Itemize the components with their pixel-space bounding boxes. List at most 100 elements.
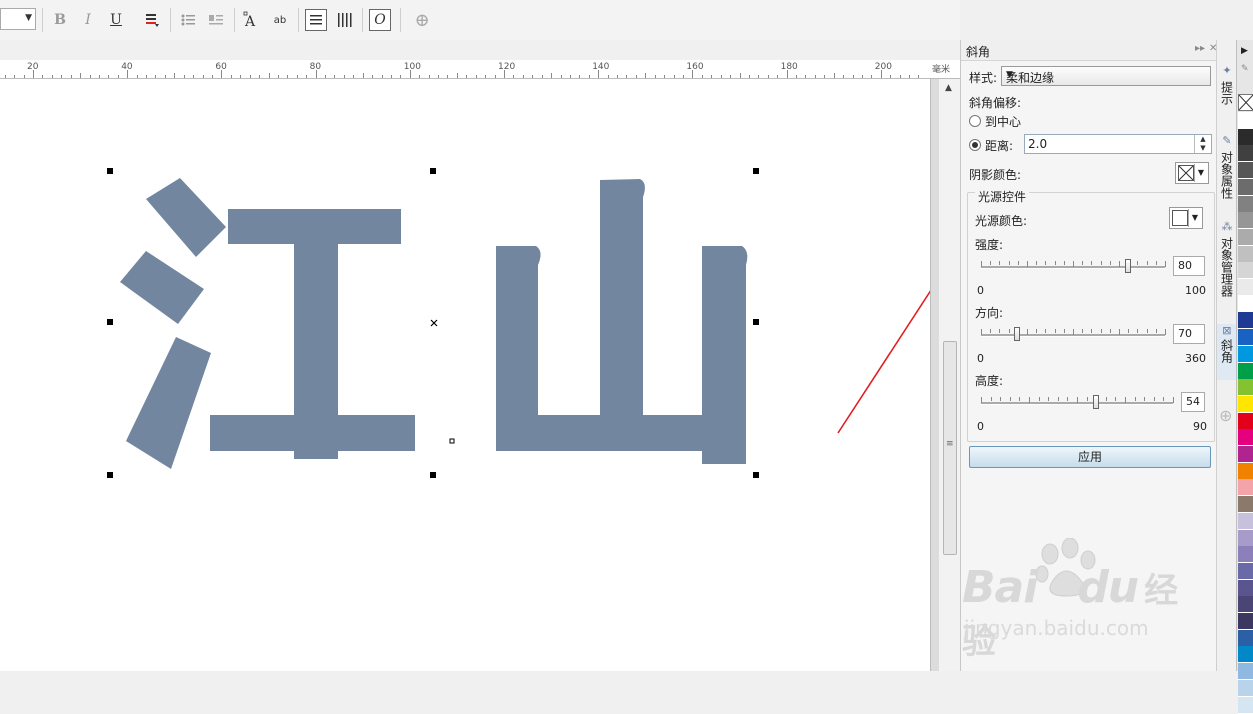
color-swatch[interactable] [1238, 512, 1253, 530]
color-swatch[interactable] [1238, 245, 1253, 263]
edit-text-button[interactable]: ab [268, 8, 292, 32]
color-swatch[interactable] [1238, 395, 1253, 413]
add-toolbar-button[interactable]: ⊕ [410, 8, 434, 32]
center-marker[interactable] [430, 319, 438, 327]
selection-handle-top-left[interactable] [107, 168, 113, 174]
color-swatch[interactable] [1238, 228, 1253, 246]
color-swatch[interactable] [1238, 162, 1253, 180]
ruler-tick [786, 70, 788, 78]
color-swatch[interactable] [1238, 329, 1253, 347]
font-size-combo[interactable]: ▼ [0, 8, 36, 30]
selection-handle-bottom-right[interactable] [753, 472, 759, 478]
color-swatch[interactable] [1238, 412, 1253, 430]
color-swatch[interactable] [1238, 562, 1253, 580]
ruler-tick [117, 75, 119, 78]
color-swatch[interactable] [1238, 613, 1253, 630]
direction-input[interactable]: 70 [1173, 324, 1205, 344]
intensity-slider-thumb[interactable] [1125, 259, 1132, 273]
bullet-list-button[interactable] [176, 8, 200, 32]
altitude-input[interactable]: 54 [1181, 392, 1205, 412]
direction-label: 方向: [975, 306, 1004, 320]
color-swatch[interactable] [1238, 279, 1253, 296]
color-swatch[interactable] [1238, 345, 1253, 363]
color-swatch[interactable] [1238, 646, 1253, 664]
shadow-color-picker[interactable]: ▼ [1175, 162, 1209, 184]
white-swatch [1172, 210, 1188, 226]
color-swatch[interactable] [1238, 579, 1253, 597]
color-swatch[interactable] [1238, 212, 1253, 230]
color-swatch[interactable] [1238, 379, 1253, 397]
ruler-tick [475, 75, 477, 78]
text-color-icon [146, 14, 159, 27]
color-swatch[interactable] [1238, 446, 1253, 463]
color-swatch[interactable] [1238, 429, 1253, 447]
palette-flyout-icon[interactable]: ▶ [1241, 46, 1248, 56]
selection-handle-left[interactable] [107, 319, 113, 325]
light-color-picker[interactable]: ▼ [1169, 207, 1203, 229]
italic-button[interactable]: I [76, 8, 100, 32]
color-swatch[interactable] [1238, 679, 1253, 697]
vertical-scrollbar[interactable]: ▲ ≡ [938, 79, 961, 671]
vertical-text-button[interactable] [332, 8, 356, 32]
color-swatch[interactable] [1238, 262, 1253, 280]
to-center-radio[interactable] [969, 115, 981, 127]
horizontal-ruler[interactable]: 毫米 20 40 60 80 100 120 140 160 180 200 [0, 60, 960, 79]
style-select[interactable]: 柔和边缘 ▼ [1001, 66, 1211, 86]
color-swatch[interactable] [1238, 295, 1253, 313]
ruler-tick [325, 75, 327, 78]
color-swatch[interactable] [1238, 496, 1253, 514]
color-swatch[interactable] [1238, 112, 1253, 129]
underline-button[interactable]: U [104, 8, 128, 32]
expand-icon[interactable]: ▸▸ [1195, 43, 1205, 54]
scroll-up-icon[interactable]: ▲ [945, 83, 952, 93]
color-swatch[interactable] [1238, 663, 1253, 681]
color-swatch[interactable] [1238, 546, 1253, 564]
color-swatch[interactable] [1238, 128, 1253, 146]
tab-hints[interactable]: ✦ 提示 [1217, 62, 1237, 114]
color-swatch[interactable] [1238, 696, 1253, 714]
intensity-input[interactable]: 80 [1173, 256, 1205, 276]
anchor-point[interactable] [449, 438, 455, 444]
tab-bevel[interactable]: ⊠ 斜角 [1217, 324, 1237, 380]
drawing-canvas[interactable] [0, 79, 930, 671]
bold-button[interactable]: B [48, 8, 72, 32]
ruler-tick [513, 75, 515, 78]
text-color-button[interactable] [140, 8, 164, 32]
altitude-slider-thumb[interactable] [1093, 395, 1100, 409]
direction-slider-ticks [981, 329, 1166, 335]
selection-handle-top-right[interactable] [753, 168, 759, 174]
toolbar-divider [234, 8, 235, 32]
character-formatting-button[interactable]: A [240, 8, 264, 32]
color-swatch[interactable] [1238, 362, 1253, 380]
tab-object-manager[interactable]: ⁂ 对象管理器 [1217, 218, 1237, 312]
ruler-tick [748, 75, 750, 78]
color-swatch[interactable] [1238, 195, 1253, 213]
selection-handle-right[interactable] [753, 319, 759, 325]
selection-handle-top[interactable] [430, 168, 436, 174]
distance-radio[interactable] [969, 139, 981, 151]
canvas-artwork [120, 178, 930, 469]
apply-button[interactable]: 应用 [969, 446, 1211, 468]
ruler-tick [61, 75, 63, 78]
horizontal-text-button[interactable] [305, 9, 327, 31]
distance-input[interactable]: 2.0 ▲ ▼ [1024, 134, 1212, 154]
eyedropper-icon[interactable]: ✎ [1241, 64, 1249, 74]
ruler-tick [767, 75, 769, 78]
distance-stepper[interactable]: ▲ ▼ [1194, 135, 1211, 153]
add-docker-icon[interactable]: ⊕ [1219, 406, 1232, 425]
selection-handle-bottom[interactable] [430, 472, 436, 478]
color-swatch[interactable] [1238, 312, 1253, 330]
no-fill-swatch[interactable] [1238, 94, 1253, 111]
color-swatch[interactable] [1238, 178, 1253, 196]
color-swatch[interactable] [1238, 629, 1253, 647]
color-swatch[interactable] [1238, 529, 1253, 547]
color-swatch[interactable] [1238, 145, 1253, 163]
color-swatch[interactable] [1238, 462, 1253, 480]
drop-cap-button[interactable] [204, 8, 228, 32]
object-properties-button[interactable]: O [369, 9, 391, 31]
direction-slider-thumb[interactable] [1013, 327, 1020, 341]
tab-object-properties[interactable]: ✎ 对象属性 [1217, 132, 1237, 212]
color-swatch[interactable] [1238, 596, 1253, 614]
selection-handle-bottom-left[interactable] [107, 472, 113, 478]
color-swatch[interactable] [1238, 479, 1253, 497]
